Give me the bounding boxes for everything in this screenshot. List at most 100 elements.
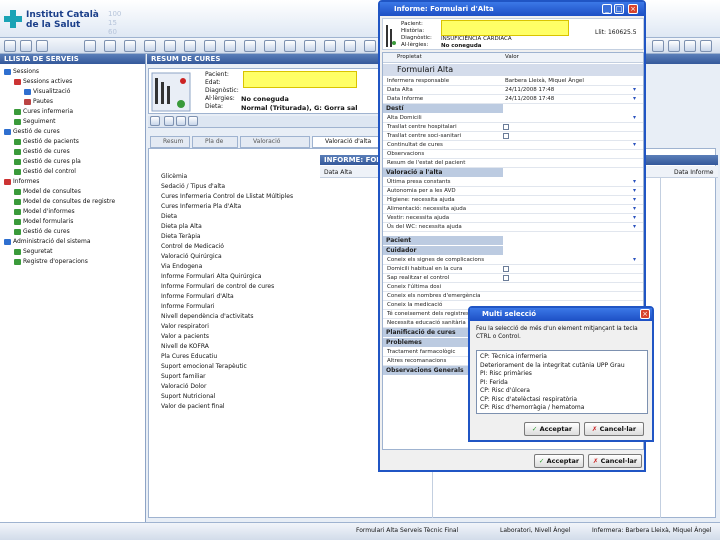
property-checkbox[interactable] [503, 124, 509, 130]
tree-item[interactable]: Model d'informes [14, 208, 75, 216]
list-item[interactable]: Valor de pacient final [161, 403, 225, 411]
list-item[interactable]: Informe Formulari d'Alta [161, 293, 234, 301]
toolbar-button-1[interactable] [4, 40, 16, 52]
list-item[interactable]: Control de Medicació [161, 243, 224, 251]
toolbar-button-3[interactable] [36, 40, 48, 52]
minimize-button[interactable]: _ [602, 4, 612, 14]
toolbar-button-9[interactable] [184, 40, 196, 52]
dialog-close-button[interactable]: × [640, 309, 650, 319]
dropdown-arrow-icon[interactable]: ▾ [633, 179, 639, 185]
list-item[interactable]: Dieta pla Alta [161, 223, 202, 231]
toolbar-button-7[interactable] [144, 40, 156, 52]
dropdown-arrow-icon[interactable]: ▾ [633, 257, 639, 263]
tree-item[interactable]: Gestió del control [14, 168, 76, 176]
list-item[interactable]: Suport familiar [161, 373, 206, 381]
dropdown-arrow-icon[interactable]: ▾ [633, 115, 639, 121]
tab-valoracio-alta[interactable]: Valoració d'alta [312, 136, 380, 148]
dropdown-arrow-icon[interactable]: ▾ [633, 142, 639, 148]
tree-item[interactable]: Gestió de cures [14, 148, 70, 156]
list-item[interactable]: Informe Formulari de control de cures [161, 283, 274, 291]
property-value[interactable]: 24/11/2008 17:48 [505, 95, 554, 103]
home-button[interactable] [652, 40, 664, 52]
multi-select-option[interactable]: CP: Tècnica infermeria [480, 353, 547, 361]
dropdown-arrow-icon[interactable]: ▾ [633, 87, 639, 93]
list-item[interactable]: Cures Infermeria Pla d'Alta [161, 203, 241, 211]
toolbar-button-14[interactable] [284, 40, 296, 52]
tree-item[interactable]: Sessions actives [14, 78, 72, 86]
multi-select-option[interactable]: Deteriorament de la integritat cutània U… [480, 362, 625, 370]
toolbar-button-8[interactable] [164, 40, 176, 52]
exit-button[interactable] [700, 40, 712, 52]
config-button[interactable] [684, 40, 696, 52]
list-item[interactable]: Dieta [161, 213, 177, 221]
list-item[interactable]: Via Endogena [161, 263, 202, 271]
dropdown-arrow-icon[interactable]: ▾ [633, 224, 639, 230]
toolbar-button-17[interactable] [344, 40, 356, 52]
tab-pla-cures[interactable]: Pla de cures [192, 136, 238, 155]
form-cancel-button[interactable]: ✗ Cancel·lar [588, 454, 642, 468]
list-item[interactable]: Sedació / Tipus d'alta [161, 183, 225, 191]
multi-select-option[interactable]: PI: Risc primàries [480, 370, 532, 378]
list-item[interactable]: Nivell dependència d'activitats [161, 313, 253, 321]
list-item[interactable]: Valor respiratori [161, 323, 209, 331]
tree-item[interactable]: Visualització [24, 88, 70, 96]
tree-item[interactable]: Model formularis [14, 218, 73, 226]
tree-item[interactable]: Model de consultes de registre [14, 198, 115, 206]
tree-item[interactable]: Cures infermeria [14, 108, 73, 116]
tab-valoracio[interactable]: Valoració [240, 136, 310, 148]
tree-item[interactable]: Model de consultes [14, 188, 81, 196]
toolbar-button-18[interactable] [364, 40, 376, 52]
print-icon[interactable] [176, 116, 186, 126]
multi-select-option[interactable]: CP: Risc d'hemorràgia / hematoma [480, 404, 584, 412]
tab-resum[interactable]: Resum [150, 136, 190, 148]
dropdown-arrow-icon[interactable]: ▾ [633, 188, 639, 194]
export-icon[interactable] [188, 116, 198, 126]
tree-item[interactable]: Sessions [4, 68, 39, 76]
list-item[interactable]: Cures Infermeria Control de Llistat Múlt… [161, 193, 293, 201]
tree-item[interactable]: Pautes [24, 98, 53, 106]
toolbar-button-11[interactable] [224, 40, 236, 52]
print-button[interactable] [668, 40, 680, 52]
tree-item[interactable]: Seguiment [14, 118, 55, 126]
dropdown-arrow-icon[interactable]: ▾ [633, 197, 639, 203]
form-accept-button[interactable]: ✓ Acceptar [534, 454, 584, 468]
property-value[interactable]: Barbera Lleixà, Miquel Àngel [505, 77, 584, 85]
dropdown-arrow-icon[interactable]: ▾ [633, 96, 639, 102]
list-item[interactable]: Informe Formulari Alta Quirúrgica [161, 273, 261, 281]
dropdown-arrow-icon[interactable]: ▾ [633, 215, 639, 221]
tree-item[interactable]: Administració del sistema [4, 238, 91, 246]
tree-item[interactable]: Gestió de cures [4, 128, 60, 136]
property-checkbox[interactable] [503, 266, 509, 272]
tree-item[interactable]: Informes [4, 178, 39, 186]
dialog-cancel-button[interactable]: ✗ Cancel·lar [584, 422, 644, 436]
list-item[interactable]: Suport Nutricional [161, 393, 215, 401]
maximize-button[interactable]: □ [614, 4, 624, 14]
list-item[interactable]: Informe Formulari [161, 303, 215, 311]
toolbar-button-15[interactable] [304, 40, 316, 52]
property-value[interactable]: 24/11/2008 17:48 [505, 86, 554, 94]
property-checkbox[interactable] [503, 133, 509, 139]
dialog-accept-button[interactable]: ✓ Acceptar [524, 422, 580, 436]
list-item[interactable]: Valoració Dolor [161, 383, 206, 391]
multi-select-option[interactable]: CP: Risc d'atelèctasi respiratòria [480, 396, 577, 404]
list-item[interactable]: Valoració Quirúrgica [161, 253, 222, 261]
multi-select-option[interactable]: CP: Risc d'úlcera [480, 387, 530, 395]
tree-item[interactable]: Gestió de cures [14, 228, 70, 236]
dropdown-arrow-icon[interactable]: ▾ [633, 206, 639, 212]
toolbar-button-12[interactable] [244, 40, 256, 52]
toolbar-button-5[interactable] [104, 40, 116, 52]
toolbar-button-13[interactable] [264, 40, 276, 52]
tree-item[interactable]: Gestió de cures pla [14, 158, 81, 166]
tree-item[interactable]: Registre d'operacions [14, 258, 88, 266]
list-item[interactable]: Pla Cures Educatiu [161, 353, 217, 361]
list-item[interactable]: Glicèmia [161, 173, 187, 181]
list-item[interactable]: Valor a pacients [161, 333, 209, 341]
toolbar-button-16[interactable] [324, 40, 336, 52]
toolbar-button-10[interactable] [204, 40, 216, 52]
close-button[interactable]: × [628, 4, 638, 14]
toolbar-button-6[interactable] [124, 40, 136, 52]
multi-select-option[interactable]: PI: Ferida [480, 379, 508, 387]
toolbar-button-2[interactable] [20, 40, 32, 52]
tree-item[interactable]: Seguretat [14, 248, 53, 256]
multi-select-list[interactable]: CP: Tècnica infermeria Deteriorament de l… [476, 350, 648, 414]
